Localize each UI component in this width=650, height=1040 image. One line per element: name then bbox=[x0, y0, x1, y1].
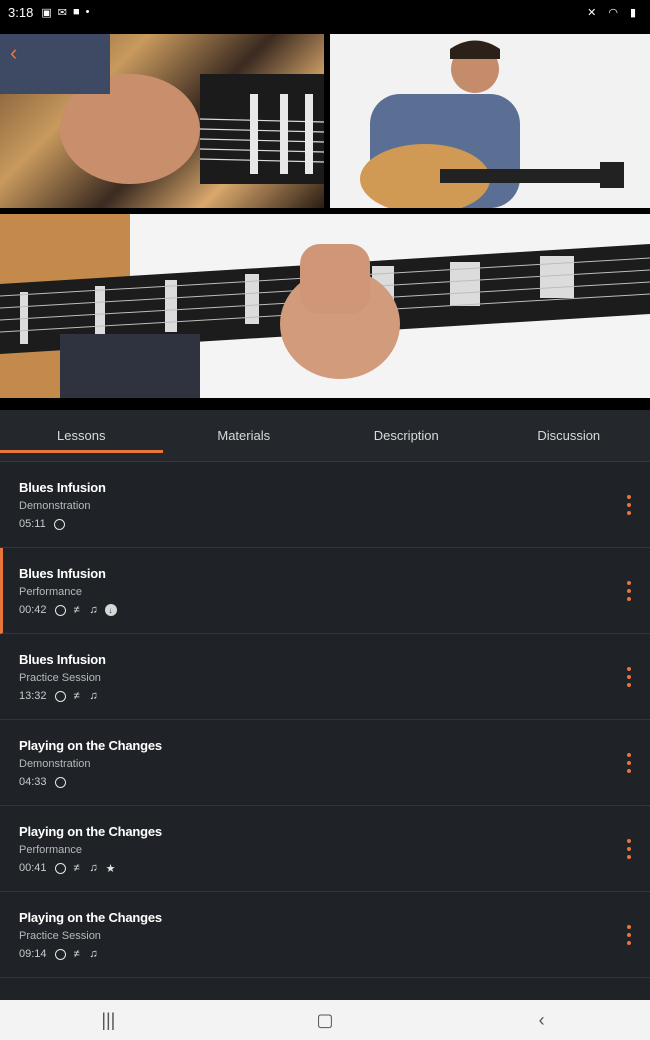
lesson-subtitle: Demonstration bbox=[19, 500, 91, 512]
lesson-title: Blues Infusion bbox=[19, 652, 106, 667]
system-nav-bar: ||| ▢ ‹ bbox=[0, 1000, 650, 1040]
image-icon: ▣ bbox=[41, 6, 52, 19]
lesson-subtitle: Practice Session bbox=[19, 930, 101, 942]
back-arrow-icon[interactable]: ‹ bbox=[10, 42, 17, 64]
star-icon: ★ bbox=[105, 862, 116, 875]
lesson-duration: 04:33 bbox=[19, 776, 47, 788]
back-icon[interactable]: ‹ bbox=[522, 1010, 562, 1031]
circle-icon bbox=[54, 604, 66, 616]
mail-icon: ✉ bbox=[57, 6, 67, 19]
lesson-duration: 00:42 bbox=[19, 604, 47, 616]
lesson-title: Playing on the Changes bbox=[19, 738, 162, 753]
video-player[interactable]: ‹ bbox=[0, 24, 650, 410]
video-panel-fretboard bbox=[0, 214, 650, 398]
dot-icon: • bbox=[85, 6, 90, 18]
more-options-icon[interactable] bbox=[622, 925, 636, 945]
lesson-subtitle: Practice Session bbox=[19, 672, 101, 684]
music-note-icon: ♫ bbox=[89, 604, 98, 616]
recent-apps-icon[interactable]: ||| bbox=[88, 1010, 128, 1031]
tab-description[interactable]: Description bbox=[325, 410, 488, 461]
home-icon[interactable]: ▢ bbox=[305, 1010, 345, 1031]
more-options-icon[interactable] bbox=[622, 495, 636, 515]
tab-materials[interactable]: Materials bbox=[163, 410, 326, 461]
guitarist-image bbox=[330, 34, 650, 208]
circle-icon bbox=[54, 948, 66, 960]
music-note-icon: ♫ bbox=[89, 948, 98, 960]
music-note-icon: ♫ bbox=[89, 862, 98, 874]
tab-discussion[interactable]: Discussion bbox=[488, 410, 650, 461]
lesson-title: Playing on the Changes bbox=[19, 910, 162, 925]
lesson-row[interactable]: Playing on the Changes Practice Session … bbox=[0, 892, 650, 978]
lesson-row-active[interactable]: Blues Infusion Performance 00:42 ≠ ♫ ↓ bbox=[0, 548, 650, 634]
lesson-row[interactable]: Blues Infusion Practice Session 13:32 ≠ … bbox=[0, 634, 650, 720]
tab-lessons[interactable]: Lessons bbox=[0, 410, 163, 461]
tab-icon: ≠ bbox=[73, 948, 80, 960]
circle-icon bbox=[54, 776, 66, 788]
lesson-row[interactable]: Playing on the Changes Demonstration 04:… bbox=[0, 720, 650, 806]
wifi-icon: ◠ bbox=[608, 6, 618, 19]
battery-icon: ▮ bbox=[629, 6, 636, 19]
bag-icon: ■ bbox=[72, 6, 80, 18]
guitar-closeup-image bbox=[0, 34, 324, 184]
circle-icon bbox=[53, 518, 65, 530]
status-bar: 3:18 ▣ ✉ ■ • ✕ ◠ ▮ bbox=[0, 0, 650, 24]
lesson-duration: 05:11 bbox=[19, 518, 46, 530]
lesson-row[interactable]: Blues Infusion Demonstration 05:11 bbox=[0, 462, 650, 548]
lesson-subtitle: Performance bbox=[19, 586, 82, 598]
lesson-duration: 13:32 bbox=[19, 690, 47, 702]
circle-icon bbox=[54, 690, 66, 702]
more-options-icon[interactable] bbox=[622, 581, 636, 601]
tab-bar: Lessons Materials Description Discussion bbox=[0, 410, 650, 462]
lesson-row[interactable]: Playing on the Changes Performance 00:41… bbox=[0, 806, 650, 892]
more-options-icon[interactable] bbox=[622, 839, 636, 859]
status-time: 3:18 bbox=[8, 4, 34, 20]
download-icon[interactable]: ↓ bbox=[104, 604, 117, 616]
lesson-duration: 00:41 bbox=[19, 862, 47, 874]
music-note-icon: ♫ bbox=[89, 690, 98, 702]
video-panel-wide bbox=[330, 34, 650, 208]
lesson-list: Blues Infusion Demonstration 05:11 Blues… bbox=[0, 462, 650, 1000]
lesson-title: Playing on the Changes bbox=[19, 824, 162, 839]
circle-icon bbox=[54, 862, 66, 874]
more-options-icon[interactable] bbox=[622, 753, 636, 773]
fretboard-closeup-image bbox=[0, 214, 650, 398]
lesson-subtitle: Demonstration bbox=[19, 758, 91, 770]
video-panel-picking-hand: ‹ bbox=[0, 34, 324, 208]
lesson-subtitle: Performance bbox=[19, 844, 82, 856]
more-options-icon[interactable] bbox=[622, 667, 636, 687]
lesson-title: Blues Infusion bbox=[19, 566, 106, 581]
tab-icon: ≠ bbox=[73, 604, 80, 616]
tab-icon: ≠ bbox=[73, 862, 80, 874]
tab-icon: ≠ bbox=[73, 690, 80, 702]
lesson-title: Blues Infusion bbox=[19, 480, 106, 495]
mute-icon: ✕ bbox=[587, 6, 597, 19]
lesson-duration: 09:14 bbox=[19, 948, 47, 960]
